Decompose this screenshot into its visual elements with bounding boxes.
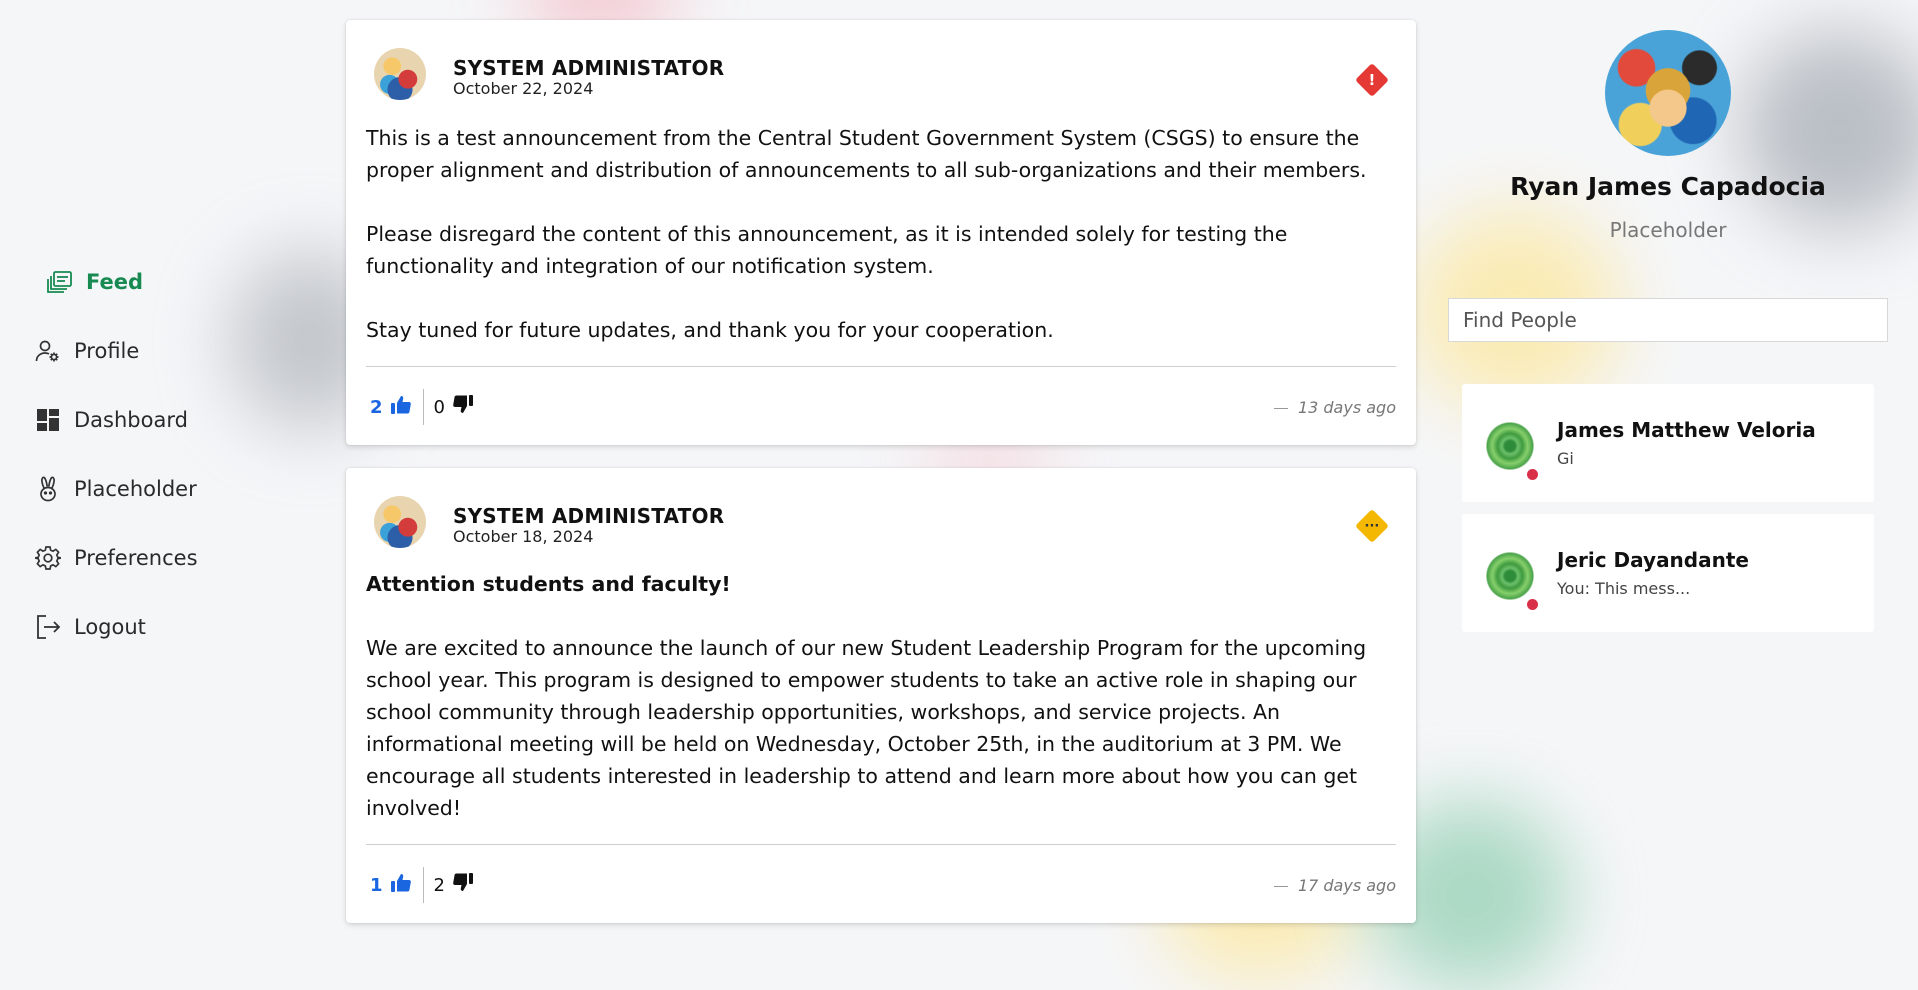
- nav-label: Profile: [74, 339, 140, 363]
- right-sidebar: Ryan James Capadocia Placeholder James M…: [1440, 0, 1918, 970]
- nav-item-profile[interactable]: Profile: [34, 331, 294, 371]
- nav-label: Logout: [74, 615, 146, 639]
- status-dot: [1525, 467, 1540, 482]
- profile-subtitle: Placeholder: [1609, 218, 1727, 242]
- thumbs-up-icon[interactable]: [390, 395, 411, 419]
- find-people-input[interactable]: [1448, 298, 1888, 342]
- rabbit-icon: [34, 475, 62, 503]
- author-avatar[interactable]: [374, 48, 426, 100]
- post-date: October 22, 2024: [453, 79, 594, 98]
- nav-label: Preferences: [74, 546, 198, 570]
- reaction-separator: [422, 867, 424, 903]
- nav-label: Dashboard: [74, 408, 188, 432]
- sidebar-nav: Feed Profile Dashboard Placeholder Prefe…: [34, 262, 294, 676]
- nav-item-dashboard[interactable]: Dashboard: [34, 400, 294, 440]
- author-name: SYSTEM ADMINISTATOR: [453, 504, 725, 528]
- post-body: Attention students and faculty! We are e…: [346, 568, 1416, 824]
- chat-list-item[interactable]: James Matthew Veloria Gi: [1462, 384, 1874, 502]
- exclamation-diamond-icon: !: [1355, 63, 1389, 97]
- author-name: SYSTEM ADMINISTATOR: [453, 56, 725, 80]
- nav-item-preferences[interactable]: Preferences: [34, 538, 294, 578]
- reaction-bar: 1 2: [370, 867, 473, 903]
- chat-list-item[interactable]: Jeric Dayandante You: This mess...: [1462, 514, 1874, 632]
- reaction-bar: 2 0: [370, 389, 473, 425]
- nav-item-placeholder[interactable]: Placeholder: [34, 469, 294, 509]
- last-message: You: This mess...: [1557, 579, 1691, 598]
- status-dot: [1525, 597, 1540, 612]
- ellipsis-diamond-icon: ···: [1355, 509, 1389, 543]
- post-time-ago: 17 days ago: [1273, 876, 1396, 895]
- like-count: 2: [370, 396, 383, 418]
- feed-icon: [46, 268, 74, 296]
- nav-label: Placeholder: [74, 477, 197, 501]
- post-body: This is a test announcement from the Cen…: [346, 122, 1416, 346]
- nav-label: Feed: [86, 270, 144, 294]
- contact-name: Jeric Dayandante: [1557, 548, 1749, 572]
- post-headline: Attention students and faculty!: [366, 572, 731, 596]
- profile-name: Ryan James Capadocia: [1510, 172, 1826, 201]
- dislike-count: 2: [433, 874, 445, 896]
- reaction-separator: [422, 389, 424, 425]
- logout-icon: [34, 613, 62, 641]
- like-count: 1: [370, 874, 383, 896]
- thumbs-up-icon[interactable]: [390, 873, 411, 897]
- post-time-ago: 13 days ago: [1273, 398, 1396, 417]
- post-paragraph: Please disregard the content of this ann…: [366, 222, 1288, 278]
- announcement-card: SYSTEM ADMINISTATOR October 22, 2024 ! T…: [346, 20, 1416, 445]
- dashboard-icon: [34, 406, 62, 434]
- thumbs-down-icon[interactable]: [453, 395, 473, 419]
- author-avatar[interactable]: [374, 496, 426, 548]
- announcement-card: SYSTEM ADMINISTATOR October 18, 2024 ···…: [346, 468, 1416, 923]
- profile-avatar[interactable]: [1605, 30, 1731, 156]
- user-settings-icon: [34, 337, 62, 365]
- post-paragraph: Stay tuned for future updates, and thank…: [366, 318, 1054, 342]
- last-message: Gi: [1557, 449, 1574, 468]
- nav-item-logout[interactable]: Logout: [34, 607, 294, 647]
- contact-name: James Matthew Veloria: [1557, 418, 1816, 442]
- gear-icon: [34, 544, 62, 572]
- dislike-count: 0: [433, 396, 445, 418]
- post-paragraph: We are excited to announce the launch of…: [366, 636, 1367, 820]
- post-paragraph: This is a test announcement from the Cen…: [366, 126, 1367, 182]
- thumbs-down-icon[interactable]: [453, 873, 473, 897]
- contact-avatar: [1484, 550, 1536, 602]
- contact-avatar: [1484, 420, 1536, 472]
- nav-item-feed[interactable]: Feed: [46, 262, 294, 302]
- post-date: October 18, 2024: [453, 527, 594, 546]
